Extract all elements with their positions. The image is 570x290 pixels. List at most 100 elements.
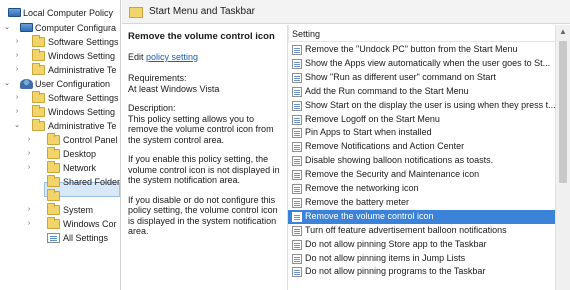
setting-row-label: Remove the volume control icon xyxy=(305,210,434,221)
expand-chevron-icon[interactable]: › xyxy=(13,63,21,77)
expand-chevron-icon[interactable]: › xyxy=(13,105,21,119)
folder-icon xyxy=(47,217,60,229)
expand-chevron-icon[interactable]: › xyxy=(13,49,21,63)
policy-setting-icon xyxy=(292,184,302,194)
tree-item[interactable]: ⌄ Administrative Te xyxy=(0,119,120,133)
folder-icon xyxy=(129,7,143,18)
policy-setting-icon xyxy=(292,253,302,264)
requirements: Requirements: At least Windows Vista xyxy=(128,73,280,94)
setting-row-label: Remove the "Undock PC" button from the S… xyxy=(305,44,518,54)
policy-setting-icon xyxy=(292,225,302,236)
tree-item[interactable]: › Network xyxy=(0,161,120,175)
setting-row[interactable]: Remove the networking icon xyxy=(288,182,556,196)
folder-icon xyxy=(32,49,45,61)
description-pane: Remove the volume control icon Edit poli… xyxy=(122,25,284,290)
policy-setting-icon xyxy=(292,267,302,278)
tree-item[interactable]: Shared Folder xyxy=(0,175,121,189)
tree-item-label: Software Settings xyxy=(48,93,119,103)
scroll-thumb[interactable] xyxy=(559,41,567,183)
setting-row[interactable]: Remove the volume control icon xyxy=(288,209,556,224)
requirements-value: At least Windows Vista xyxy=(128,83,220,94)
policy-setting-icon xyxy=(292,170,302,181)
tree-item-label: User Configuration xyxy=(35,79,111,89)
vertical-scrollbar[interactable]: ▲ xyxy=(555,25,570,290)
edit-policy-link[interactable]: policy setting xyxy=(146,52,198,62)
expand-chevron-icon[interactable]: › xyxy=(13,91,21,105)
setting-row[interactable]: Do not allow pinning programs to the Tas… xyxy=(288,265,556,279)
tree-item[interactable]: › Control Panel xyxy=(0,133,120,147)
policy-setting-icon xyxy=(292,86,302,97)
tree-item-label: Windows Setting xyxy=(48,51,116,61)
policy-setting-icon xyxy=(292,156,302,167)
folder-icon xyxy=(32,91,45,103)
tree-item[interactable]: › Software Settings xyxy=(0,35,120,49)
expand-chevron-icon[interactable]: › xyxy=(13,35,21,49)
expand-chevron-icon[interactable]: › xyxy=(25,147,33,161)
folder-icon xyxy=(47,133,60,145)
setting-row-label: Do not allow pinning Store app to the Ta… xyxy=(305,238,487,249)
tree-item[interactable]: Local Computer Policy xyxy=(0,6,120,20)
expand-chevron-icon[interactable]: › xyxy=(25,217,33,231)
expand-chevron-icon[interactable]: › xyxy=(25,133,33,147)
setting-row[interactable]: Remove the battery meter xyxy=(288,196,556,210)
tree-item[interactable]: › Desktop xyxy=(0,147,120,161)
collapse-chevron-icon[interactable]: ⌄ xyxy=(3,77,11,91)
folder-icon xyxy=(32,119,45,131)
tree-item-label: Shared Folder xyxy=(63,177,121,187)
folder-icon xyxy=(47,175,60,187)
tree-item[interactable]: › Administrative Te xyxy=(0,63,120,77)
collapse-chevron-icon[interactable]: ⌄ xyxy=(3,21,11,35)
tree-item[interactable]: › Windows Cor xyxy=(0,217,120,231)
tree-item-label: Administrative Te xyxy=(48,121,117,131)
setting-row[interactable]: Remove the Security and Maintenance icon xyxy=(288,168,556,182)
setting-row[interactable]: Show the Apps view automatically when th… xyxy=(288,57,556,71)
edit-line: Edit policy setting xyxy=(128,52,284,62)
policy-setting-icon xyxy=(292,239,302,250)
setting-row[interactable]: Pin Apps to Start when installed xyxy=(288,126,556,140)
collapse-chevron-icon[interactable]: ⌄ xyxy=(13,119,21,133)
setting-row-label: Remove the Security and Maintenance icon xyxy=(305,169,480,180)
policy-setting-icon xyxy=(292,197,302,208)
setting-row[interactable]: Remove Notifications and Action Center xyxy=(288,140,556,154)
setting-row-label: Pin Apps to Start when installed xyxy=(305,127,432,138)
tree-item-label: Windows Setting xyxy=(48,107,116,117)
tree-item[interactable]: ⌄ Computer Configura xyxy=(0,21,120,35)
policy-setting-icon xyxy=(292,114,302,125)
setting-row-label: Remove the networking icon xyxy=(305,183,419,193)
settings-icon xyxy=(47,233,60,243)
setting-column-header[interactable]: Setting xyxy=(288,25,556,42)
setting-row-label: Turn off feature advertisement balloon n… xyxy=(305,224,507,235)
setting-row[interactable]: Turn off feature advertisement balloon n… xyxy=(288,224,556,238)
expand-chevron-icon[interactable]: › xyxy=(25,161,33,175)
tree-item[interactable]: ⌄ User Configuration xyxy=(0,77,120,91)
setting-row-label: Disable showing balloon notifications as… xyxy=(305,155,494,166)
policy-setting-icon xyxy=(292,100,302,111)
setting-row[interactable]: Remove the "Undock PC" button from the S… xyxy=(288,43,556,57)
expand-chevron-icon[interactable]: › xyxy=(25,203,33,217)
column-separator xyxy=(288,25,289,42)
setting-row[interactable]: Do not allow pinning Store app to the Ta… xyxy=(288,238,556,252)
folder-icon xyxy=(47,203,60,215)
setting-row[interactable]: Show "Run as different user" command on … xyxy=(288,71,556,85)
tree-item[interactable]: › Windows Setting xyxy=(0,105,120,119)
setting-column-label: Setting xyxy=(292,29,321,39)
setting-row[interactable]: Do not allow pinning items in Jump Lists xyxy=(288,252,556,266)
setting-row[interactable]: Disable showing balloon notifications as… xyxy=(288,154,556,168)
scroll-up-icon[interactable]: ▲ xyxy=(556,25,570,39)
tree-item-label: Network xyxy=(63,163,97,173)
description-body: This policy setting allows you to remove… xyxy=(128,113,274,145)
setting-row[interactable]: Remove Logoff on the Start Menu xyxy=(288,113,556,127)
setting-row[interactable]: Add the Run command to the Start Menu xyxy=(288,85,556,99)
requirements-label: Requirements: xyxy=(128,73,187,83)
tree-item-label: System xyxy=(63,205,94,215)
tree-item[interactable] xyxy=(0,189,120,203)
setting-row-label: Show "Run as different user" command on … xyxy=(305,71,496,82)
tree-item-label: All Settings xyxy=(63,233,109,243)
tree-item[interactable]: All Settings xyxy=(0,231,120,245)
tree-item[interactable]: › Windows Setting xyxy=(0,49,120,63)
tree-item[interactable]: › Software Settings xyxy=(0,91,120,105)
tree-item[interactable]: › System xyxy=(0,203,120,217)
tree-item-label: Software Settings xyxy=(48,37,119,47)
setting-row[interactable]: Show Start on the display the user is us… xyxy=(288,99,556,113)
computer-icon xyxy=(20,23,33,32)
